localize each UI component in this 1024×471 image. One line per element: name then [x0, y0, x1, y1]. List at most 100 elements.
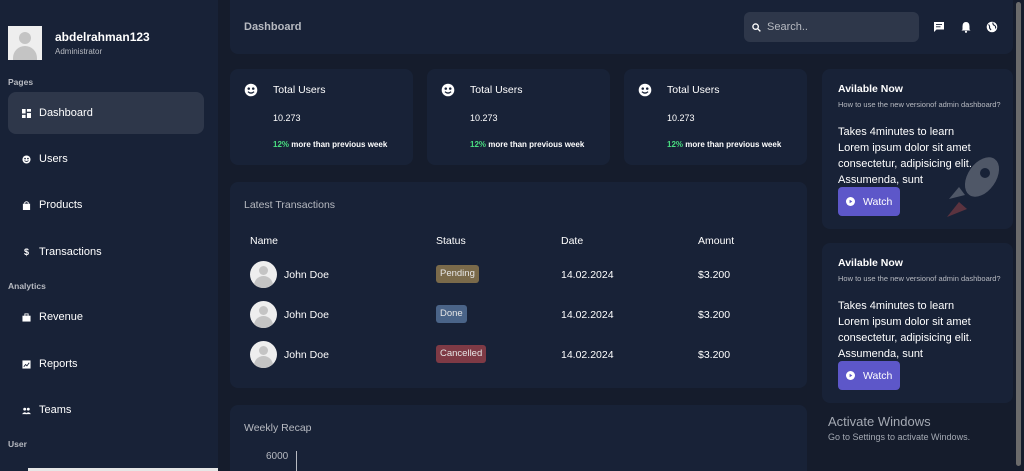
stat-detail-text: more than previous week — [291, 140, 388, 149]
report-icon — [22, 359, 31, 369]
stat-card-total-users-3: Total Users 10.273 12% more than previou… — [624, 69, 807, 165]
promo-title: Avilable Now — [838, 83, 903, 95]
avatar — [250, 341, 277, 368]
promo-subtitle: How to use the new versionof admin dashb… — [838, 100, 1001, 109]
stat-detail-text: more than previous week — [488, 140, 585, 149]
scrollbar-thumb[interactable] — [1016, 2, 1021, 466]
sidebar-item-label: Products — [39, 199, 83, 211]
promo-card-2: Avilable Now How to use the new versiono… — [822, 243, 1013, 403]
page-scrollbar[interactable] — [1013, 0, 1024, 471]
y-axis-line — [296, 451, 297, 471]
sidebar-item-label: Reports — [39, 358, 78, 370]
column-header-status: Status — [436, 235, 466, 247]
search-icon — [752, 22, 761, 32]
watch-button[interactable]: Watch — [838, 361, 900, 390]
status-badge: Pending — [436, 265, 479, 283]
sidebar-item-transactions[interactable]: $ Transactions — [8, 231, 204, 273]
stat-title: Total Users — [667, 84, 720, 96]
stat-value: 10.273 — [470, 113, 498, 123]
sidebar-item-reports[interactable]: Reports — [8, 343, 204, 385]
stat-title: Total Users — [470, 84, 523, 96]
stat-card-total-users-2: Total Users 10.273 12% more than previou… — [427, 69, 610, 165]
section-title-user: User — [8, 439, 27, 449]
stat-title: Total Users — [273, 84, 326, 96]
column-header-name: Name — [250, 235, 279, 247]
stat-value: 10.273 — [273, 113, 301, 123]
transaction-amount: $3.200 — [698, 309, 731, 321]
sidebar-item-dashboard[interactable]: Dashboard — [8, 92, 204, 134]
play-icon — [846, 371, 855, 380]
play-icon — [846, 197, 855, 206]
transaction-amount: $3.200 — [698, 269, 731, 281]
search-input[interactable] — [767, 21, 907, 33]
stat-detail: 12% more than previous week — [273, 140, 387, 149]
topbar: Dashboard — [230, 0, 1013, 54]
transaction-name: John Doe — [284, 349, 329, 361]
avatar — [8, 26, 42, 60]
stat-detail-text: more than previous week — [685, 140, 782, 149]
stat-card-total-users-1: Total Users 10.273 12% more than previou… — [230, 69, 413, 165]
activate-windows-title: Activate Windows — [828, 414, 931, 429]
y-axis-tick: 6000 — [266, 451, 289, 462]
teams-icon — [22, 407, 31, 414]
watch-button-label: Watch — [863, 195, 893, 208]
avatar — [250, 301, 277, 328]
username: abdelrahman123 — [55, 30, 150, 44]
column-header-amount: Amount — [698, 235, 735, 247]
promo-title: Avilable Now — [838, 257, 903, 269]
sidebar-item-teams[interactable]: Teams — [8, 389, 204, 431]
dollar-icon: $ — [23, 246, 29, 257]
transaction-date: 14.02.2024 — [561, 269, 614, 281]
sidebar: abdelrahman123 Administrator Pages Dashb… — [0, 0, 218, 471]
table-row: John Doe Pending 14.02.2024 $3.200 — [230, 261, 807, 291]
dashboard-icon — [22, 108, 31, 118]
bell-icon[interactable] — [960, 21, 972, 33]
stat-percent: 12% — [273, 140, 290, 149]
column-header-date: Date — [561, 235, 584, 247]
activate-windows-subtitle: Go to Settings to activate Windows. — [828, 432, 971, 442]
users-icon — [638, 83, 652, 97]
promo-card-1: Avilable Now How to use the new versiono… — [822, 69, 1013, 229]
users-icon — [22, 154, 31, 164]
transaction-name: John Doe — [284, 269, 329, 281]
search-box[interactable] — [744, 12, 919, 42]
section-title-pages: Pages — [8, 77, 34, 87]
avatar — [250, 261, 277, 288]
table-row: John Doe Cancelled 14.02.2024 $3.200 — [230, 341, 807, 371]
briefcase-icon — [22, 312, 31, 322]
transaction-name: John Doe — [284, 309, 329, 321]
sidebar-item-revenue[interactable]: Revenue — [8, 296, 204, 338]
stat-value: 10.273 — [667, 113, 695, 123]
status-badge: Done — [436, 305, 467, 323]
shopping-bag-icon — [22, 200, 31, 210]
stat-percent: 12% — [667, 140, 684, 149]
stat-percent: 12% — [470, 140, 487, 149]
chat-icon[interactable] — [933, 21, 945, 33]
sidebar-item-users[interactable]: Users — [8, 138, 204, 180]
transactions-card: Latest Transactions Name Status Date Amo… — [230, 182, 807, 388]
users-icon — [244, 83, 258, 97]
promo-text: Takes 4minutes to learn Lorem ipsum dolo… — [838, 126, 972, 186]
weekly-recap-card: Weekly Recap 6000 — [230, 405, 807, 471]
transaction-date: 14.02.2024 — [561, 309, 614, 321]
sidebar-item-products[interactable]: Products — [8, 184, 204, 226]
status-badge: Cancelled — [436, 345, 487, 363]
user-profile: abdelrahman123 Administrator — [8, 26, 150, 60]
globe-icon[interactable] — [986, 21, 998, 33]
transactions-title: Latest Transactions — [244, 199, 336, 211]
users-icon — [441, 83, 455, 97]
promo-text: Takes 4minutes to learn Lorem ipsum dolo… — [838, 300, 972, 360]
sidebar-item-label: Dashboard — [39, 107, 93, 119]
sidebar-item-label: Transactions — [39, 246, 102, 258]
sidebar-item-label: Users — [39, 153, 68, 165]
section-title-analytics: Analytics — [8, 281, 46, 291]
page-title: Dashboard — [244, 21, 302, 33]
sidebar-item-label: Revenue — [39, 311, 84, 323]
promo-subtitle: How to use the new versionof admin dashb… — [838, 274, 1001, 283]
table-row: John Doe Done 14.02.2024 $3.200 — [230, 301, 807, 331]
sidebar-item-label: Teams — [39, 404, 72, 416]
stat-detail: 12% more than previous week — [470, 140, 584, 149]
watch-button[interactable]: Watch — [838, 187, 900, 216]
stat-detail: 12% more than previous week — [667, 140, 781, 149]
transaction-date: 14.02.2024 — [561, 349, 614, 361]
